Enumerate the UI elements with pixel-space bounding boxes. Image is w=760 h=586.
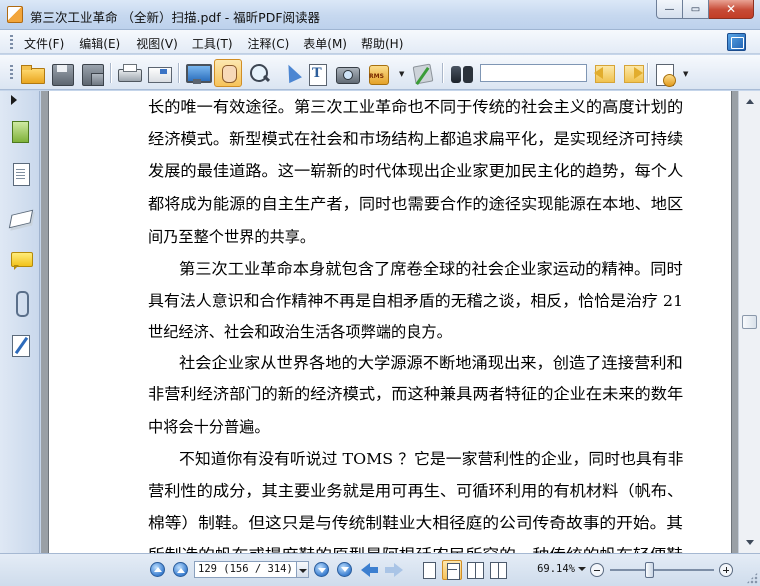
layers-icon[interactable]: [9, 206, 33, 232]
toolbar-separator: [442, 63, 443, 83]
text-line: 不知道你有没有听说过 TOMS ？它是一家营利性的企业，同时也具有非: [179, 450, 684, 468]
pages-icon[interactable]: [9, 119, 33, 146]
scroll-down-icon[interactable]: [742, 534, 758, 550]
zoom-level[interactable]: 69.14%: [522, 563, 575, 575]
reading-mode-icon[interactable]: [727, 33, 746, 51]
text-line: 社会企业家从世界各地的大学源源不断地涌现出来，创造了连接营利和: [179, 354, 683, 372]
resize-grip-icon[interactable]: [746, 572, 758, 584]
zoom-dropdown-icon[interactable]: [577, 563, 587, 575]
zoom-in-icon[interactable]: [719, 563, 733, 577]
comments-icon[interactable]: [9, 249, 33, 275]
next-result-icon[interactable]: [621, 61, 645, 85]
navigation-panel: [0, 91, 40, 553]
title-bar: 第三次工业革命 （全新）扫描.pdf - 福昕PDF阅读器 — ▭ ✕: [0, 0, 760, 30]
text-line: 中将会十分普遍。: [148, 418, 270, 436]
bookmarks-icon[interactable]: [9, 163, 33, 189]
document-view[interactable]: 长的唯一有效途径。第三次工业革命也不同于传统的社会主义的高度计划的 经济模式。新…: [41, 91, 738, 553]
page-dropdown-icon[interactable]: [297, 561, 309, 578]
menubar-grip-icon[interactable]: [10, 35, 13, 49]
text-line: 棉等）制鞋。但这只是与传统制鞋业大相径庭的公司传奇故事的开始。其: [148, 514, 683, 532]
menu-comment[interactable]: 注释(C): [248, 34, 290, 53]
rms-dropdown-icon[interactable]: ▼: [399, 70, 404, 78]
minimize-button[interactable]: —: [656, 0, 683, 19]
scroll-up-icon[interactable]: [742, 94, 758, 110]
continuous-facing-icon[interactable]: [488, 560, 508, 580]
toolbar-separator: [647, 63, 648, 83]
continuous-page-icon[interactable]: [442, 560, 462, 580]
toolbar-separator: [178, 63, 179, 83]
zoom-slider-thumb[interactable]: [645, 562, 655, 578]
single-page-icon[interactable]: [419, 560, 439, 580]
text-line: 具有法人意识和合作精神不再是自相矛盾的无稽之谈，相反，恰恰是治疗 21: [148, 292, 684, 310]
next-page-icon[interactable]: [314, 562, 329, 577]
text-line: 间乃至整个世界的共享。: [148, 228, 316, 246]
sign-icon[interactable]: [410, 61, 434, 85]
zoom-tool-icon[interactable]: [248, 61, 272, 85]
text-line: 长的唯一有效途径。第三次工业革命也不同于传统的社会主义的高度计划的: [148, 98, 684, 116]
menu-items: 文件(F) 编辑(E) 视图(V) 工具(T) 注释(C) 表单(M) 帮助(H…: [24, 34, 403, 53]
email-icon[interactable]: [147, 61, 172, 85]
next-view-icon[interactable]: [385, 562, 403, 577]
maximize-button[interactable]: ▭: [683, 0, 709, 19]
status-bar: 129 (156 / 314) 69.14%: [0, 553, 760, 586]
text-line: 世纪经济、社会和政治生活各项弊端的良方。: [148, 323, 452, 341]
page-number-field[interactable]: 129 (156 / 314): [194, 561, 297, 578]
hand-tool-icon[interactable]: [214, 59, 242, 87]
menu-view[interactable]: 视图(V): [136, 34, 178, 53]
main-toolbar: ▼ ▼: [0, 55, 760, 90]
open-icon[interactable]: [20, 61, 45, 85]
advanced-search-dropdown-icon[interactable]: ▼: [683, 70, 688, 78]
attachments-icon[interactable]: [9, 290, 33, 317]
vertical-scrollbar[interactable]: [738, 91, 760, 553]
toolbar-separator: [110, 63, 111, 83]
last-page-icon[interactable]: [337, 562, 352, 577]
snapshot-icon[interactable]: [335, 61, 360, 85]
full-screen-icon[interactable]: [185, 61, 212, 85]
advanced-search-icon[interactable]: [653, 61, 677, 87]
zoom-slider-track[interactable]: [610, 569, 714, 571]
print-icon[interactable]: [117, 61, 142, 85]
previous-view-icon[interactable]: [361, 562, 379, 577]
menu-file[interactable]: 文件(F): [24, 34, 64, 53]
search-input[interactable]: [480, 64, 587, 82]
menu-help[interactable]: 帮助(H): [361, 34, 403, 53]
text-line: 发展的最佳道路。这一崭新的时代体现出企业家更加民主化的趋势，每个人: [148, 162, 684, 180]
text-line: 第三次工业革命本身就包含了席卷全球的社会企业家运动的精神。同时: [179, 260, 683, 278]
first-page-icon[interactable]: [150, 562, 165, 577]
text-line: 非营利经济部门的新的经济模式，而这种兼具两者特征的企业在未来的数年: [148, 385, 684, 403]
menu-edit[interactable]: 编辑(E): [79, 34, 120, 53]
window-controls: — ▭ ✕: [656, 0, 754, 20]
rms-icon[interactable]: [366, 61, 390, 85]
select-tool-icon[interactable]: [278, 61, 302, 85]
text-line: 经济模式。新型模式在社会和市场结构上都追求扁平化，是实现经济可持续: [148, 130, 684, 148]
save-icon[interactable]: [50, 61, 74, 86]
toolbar-grip-icon[interactable]: [10, 65, 13, 81]
text-line: 所制造的帆布或提麻鞋的原型是阿根廷农民所穿的一种传统的帆布轻便鞋: [148, 545, 683, 553]
signatures-icon[interactable]: [9, 333, 33, 359]
text-select-icon[interactable]: [305, 61, 329, 86]
foxit-app-icon[interactable]: [7, 6, 23, 23]
prev-result-icon[interactable]: [592, 61, 616, 85]
menu-tools[interactable]: 工具(T): [192, 34, 233, 53]
facing-pages-icon[interactable]: [465, 560, 485, 580]
window-title: 第三次工业革命 （全新）扫描.pdf - 福昕PDF阅读器: [30, 10, 321, 25]
pdf-page: 长的唯一有效途径。第三次工业革命也不同于传统的社会主义的高度计划的 经济模式。新…: [49, 91, 731, 553]
scroll-thumb[interactable]: [742, 315, 757, 329]
text-line: 都将成为能源的自主生产者，同时也需要合作的途径实现能源在本地、地区: [148, 195, 684, 213]
expand-panel-icon[interactable]: [11, 95, 17, 105]
menu-bar: 文件(F) 编辑(E) 视图(V) 工具(T) 注释(C) 表单(M) 帮助(H…: [0, 30, 760, 54]
previous-page-icon[interactable]: [173, 562, 188, 577]
text-line: 营利性的成分，其主要业务就是用可再生、可循环利用的有机材料（帆布、: [148, 482, 684, 500]
zoom-out-icon[interactable]: [590, 563, 604, 577]
menu-form[interactable]: 表单(M): [303, 34, 347, 53]
close-button[interactable]: ✕: [709, 0, 754, 19]
save-as-icon[interactable]: [80, 61, 104, 86]
find-icon[interactable]: [450, 61, 474, 85]
